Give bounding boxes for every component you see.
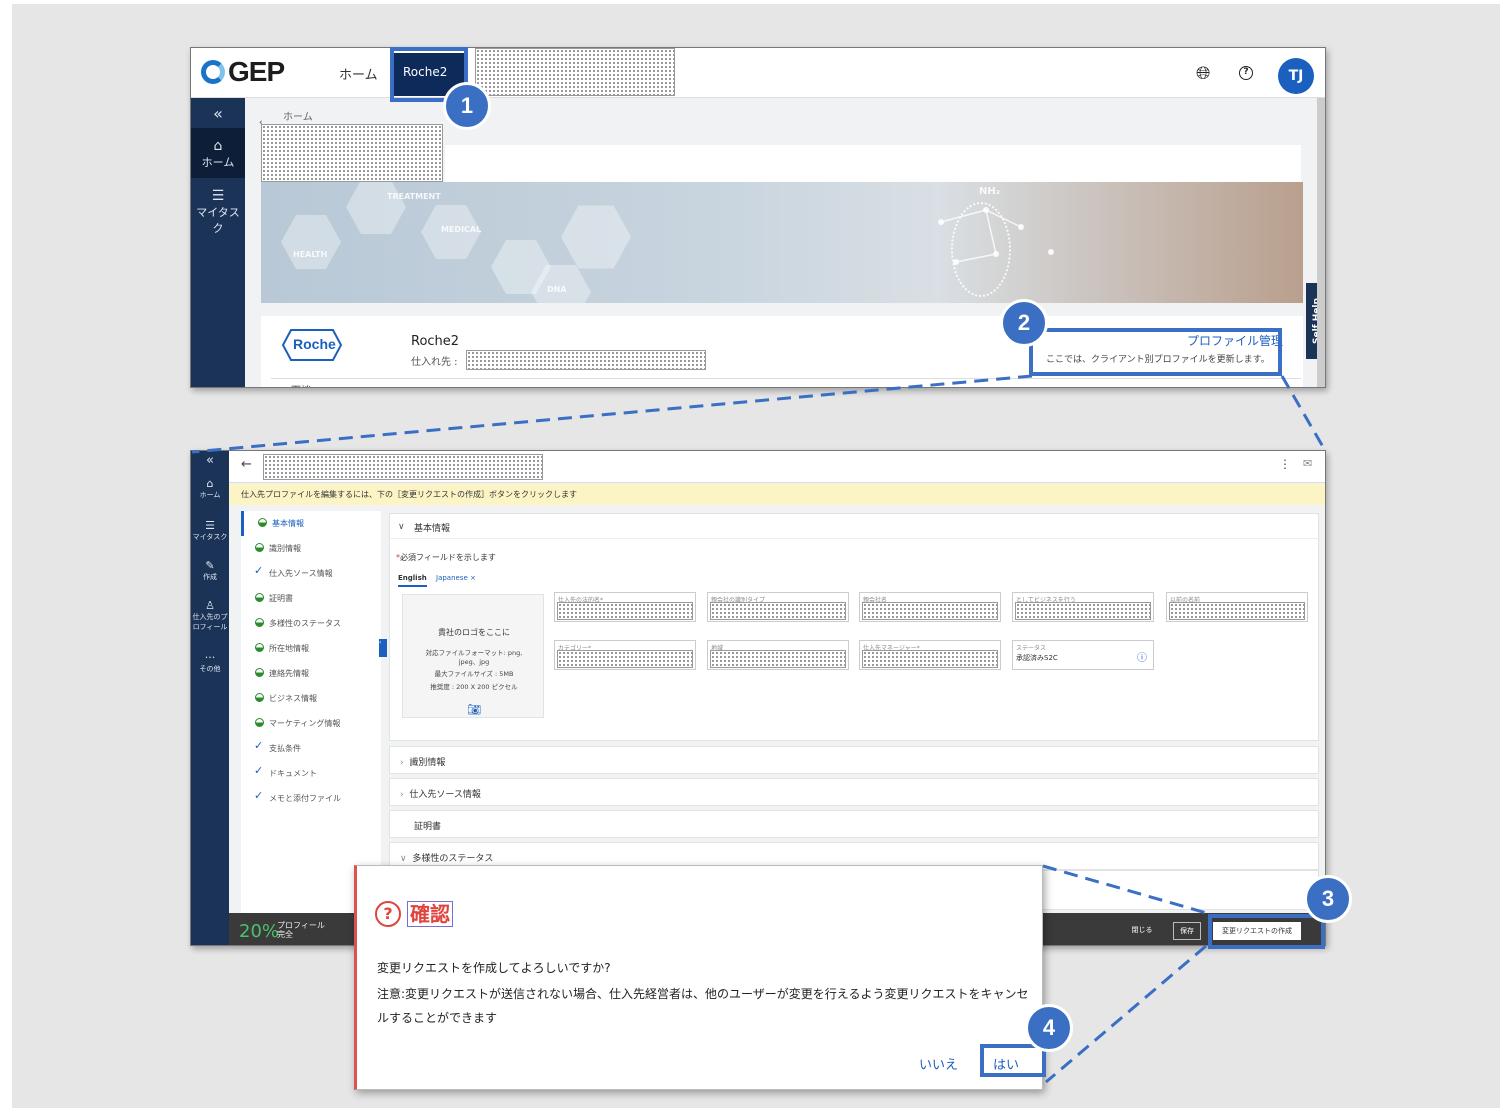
callout-2: 2 (1000, 299, 1048, 347)
callout-3: 3 (1304, 875, 1352, 923)
callout-1: 1 (443, 82, 491, 130)
highlight-change-request-button (1208, 914, 1325, 949)
callout-4: 4 (1025, 1004, 1073, 1052)
highlight-profile-management (1029, 328, 1282, 376)
highlight-yes-button (980, 1044, 1046, 1077)
